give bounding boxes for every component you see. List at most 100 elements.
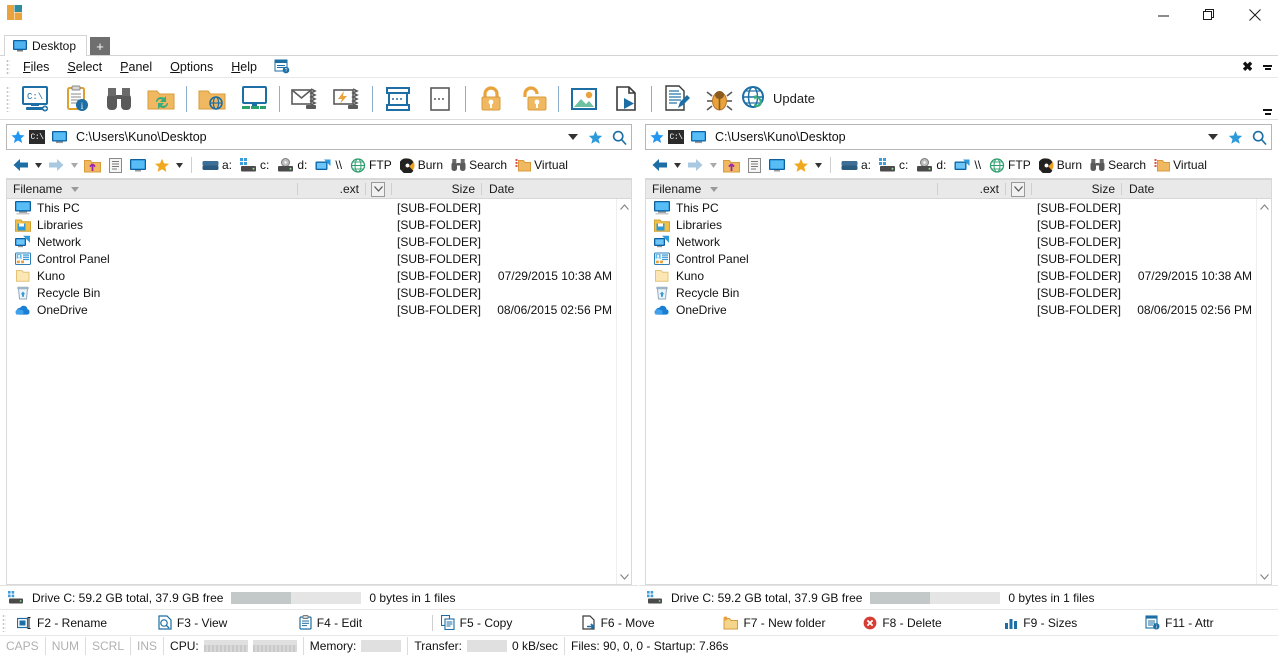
sync-dirs-button[interactable] (140, 80, 182, 118)
column-options-button[interactable] (1005, 180, 1031, 198)
folder-up-icon[interactable] (80, 157, 105, 174)
desktop-icon[interactable] (126, 158, 150, 173)
menu-overflow-icon[interactable] (1263, 65, 1272, 70)
column-header-filename[interactable]: Filename (7, 180, 297, 198)
run-file-button[interactable] (605, 80, 647, 118)
drive-button-a[interactable]: a: (198, 157, 236, 173)
file-name-cell[interactable]: Control Panel (7, 252, 297, 266)
drive-button-search[interactable]: Search (1086, 157, 1150, 173)
f5-copy-button[interactable]: F5 - Copy (433, 615, 574, 630)
menu-options[interactable]: Options (161, 58, 222, 76)
drive-button-d[interactable]: d: (912, 157, 950, 173)
scroll-up-icon[interactable] (617, 199, 631, 214)
star-icon[interactable] (789, 157, 813, 174)
file-name-cell[interactable]: Network (646, 235, 937, 249)
table-row[interactable]: This PC[SUB-FOLDER] (646, 199, 1271, 216)
left-file-list[interactable]: This PC[SUB-FOLDER]Libraries[SUB-FOLDER]… (7, 199, 631, 584)
folder-up-icon[interactable] (719, 157, 744, 174)
right-path-text[interactable]: C:\Users\Kuno\Desktop (712, 130, 1201, 144)
file-name-cell[interactable]: Control Panel (646, 252, 937, 266)
maximize-button[interactable] (1186, 0, 1232, 30)
table-row[interactable]: OneDrive[SUB-FOLDER]08/06/2015 02:56 PM (7, 301, 631, 318)
drive-button-ftp[interactable]: FTP (346, 157, 396, 174)
favorites-caret[interactable] (174, 163, 185, 168)
new-tab-button[interactable]: + (90, 37, 110, 55)
f2-rename-button[interactable]: F2 - Rename (9, 616, 150, 630)
menu-files[interactable]: Files (14, 58, 58, 76)
arrow-right-icon[interactable] (683, 157, 708, 173)
menu-select[interactable]: Select (58, 58, 111, 76)
table-row[interactable]: Recycle Bin[SUB-FOLDER] (7, 284, 631, 301)
star-icon[interactable] (1225, 130, 1245, 145)
file-name-cell[interactable]: Libraries (7, 218, 297, 232)
table-row[interactable]: Control Panel[SUB-FOLDER] (7, 250, 631, 267)
f11-attr-button[interactable]: i F11 - Attr (1137, 615, 1278, 630)
table-row[interactable]: Libraries[SUB-FOLDER] (646, 216, 1271, 233)
file-name-cell[interactable]: Kuno (646, 269, 937, 283)
file-name-cell[interactable]: This PC (646, 201, 937, 215)
left-path-text[interactable]: C:\Users\Kuno\Desktop (73, 130, 561, 144)
command-prompt-button[interactable]: C:\ (14, 80, 56, 118)
network-monitor-button[interactable] (233, 80, 275, 118)
mail-zip-button[interactable] (284, 80, 326, 118)
column-header-size[interactable]: Size (1031, 180, 1121, 198)
drive-button-d[interactable]: d: (273, 157, 311, 173)
chevron-down-icon[interactable] (1205, 134, 1221, 140)
file-name-cell[interactable]: Recycle Bin (646, 286, 937, 300)
encrypt-button[interactable] (470, 80, 512, 118)
column-header-date[interactable]: Date (481, 180, 616, 198)
table-row[interactable]: OneDrive[SUB-FOLDER]08/06/2015 02:56 PM (646, 301, 1271, 318)
drive-button-c[interactable]: c: (875, 157, 912, 173)
file-name-cell[interactable]: OneDrive (7, 303, 297, 317)
star-icon[interactable] (150, 157, 174, 174)
toolbar-grip[interactable] (6, 86, 10, 112)
right-vertical-scrollbar[interactable] (1256, 199, 1271, 584)
drive-button-virtual[interactable]: Virtual (511, 157, 572, 173)
table-row[interactable]: Kuno[SUB-FOLDER]07/29/2015 10:38 AM (646, 267, 1271, 284)
f3-view-button[interactable]: F3 - View (150, 615, 291, 630)
table-row[interactable]: Kuno[SUB-FOLDER]07/29/2015 10:38 AM (7, 267, 631, 284)
toolbar-overflow-chevrons[interactable] (1263, 109, 1272, 115)
minimize-button[interactable] (1140, 0, 1186, 30)
desktop-icon[interactable] (765, 158, 789, 173)
chevron-down-icon[interactable] (565, 134, 581, 140)
search-icon[interactable] (609, 130, 629, 145)
right-file-list[interactable]: This PC[SUB-FOLDER]Libraries[SUB-FOLDER]… (646, 199, 1271, 584)
f9-sizes-button[interactable]: F9 - Sizes (996, 616, 1137, 630)
arrow-left-icon[interactable] (647, 157, 672, 173)
combine-file-button[interactable] (419, 80, 461, 118)
column-options-button[interactable] (365, 180, 391, 198)
drive-button-burn[interactable]: Burn (1035, 157, 1086, 174)
back-history-caret[interactable] (672, 163, 683, 168)
table-row[interactable]: Network[SUB-FOLDER] (646, 233, 1271, 250)
ftp-folder-button[interactable] (191, 80, 233, 118)
f8-delete-button[interactable]: F8 - Delete (855, 616, 996, 630)
table-row[interactable]: Libraries[SUB-FOLDER] (7, 216, 631, 233)
close-button[interactable] (1232, 0, 1278, 30)
column-header-ext[interactable]: .ext (937, 180, 1005, 198)
drive-button-search[interactable]: Search (447, 157, 511, 173)
file-name-cell[interactable]: Kuno (7, 269, 297, 283)
clipboard-info-button[interactable]: i (56, 80, 98, 118)
file-name-cell[interactable]: Network (7, 235, 297, 249)
f7-new-folder-button[interactable]: F7 - New folder (714, 616, 855, 630)
drive-button-c[interactable]: c: (236, 157, 273, 173)
drive-button-ftp[interactable]: FTP (985, 157, 1035, 174)
back-history-caret[interactable] (33, 163, 44, 168)
scroll-up-icon[interactable] (1257, 199, 1271, 214)
drive-button-virtual[interactable]: Virtual (1150, 157, 1211, 173)
split-file-button[interactable] (377, 80, 419, 118)
forward-history-caret[interactable] (708, 163, 719, 168)
arrow-left-icon[interactable] (8, 157, 33, 173)
list-icon[interactable] (105, 157, 126, 174)
drive-button-network[interactable]: \\ (950, 157, 985, 173)
left-path-bar[interactable]: C:\ C:\Users\Kuno\Desktop (6, 124, 632, 150)
update-button[interactable]: Update (740, 85, 825, 113)
list-icon[interactable] (744, 157, 765, 174)
pin-star-icon[interactable] (650, 130, 664, 144)
right-path-bar[interactable]: C:\ C:\Users\Kuno\Desktop (645, 124, 1272, 150)
unpack-button[interactable] (326, 80, 368, 118)
column-header-size[interactable]: Size (391, 180, 481, 198)
pin-star-icon[interactable] (11, 130, 25, 144)
file-name-cell[interactable]: Libraries (646, 218, 937, 232)
